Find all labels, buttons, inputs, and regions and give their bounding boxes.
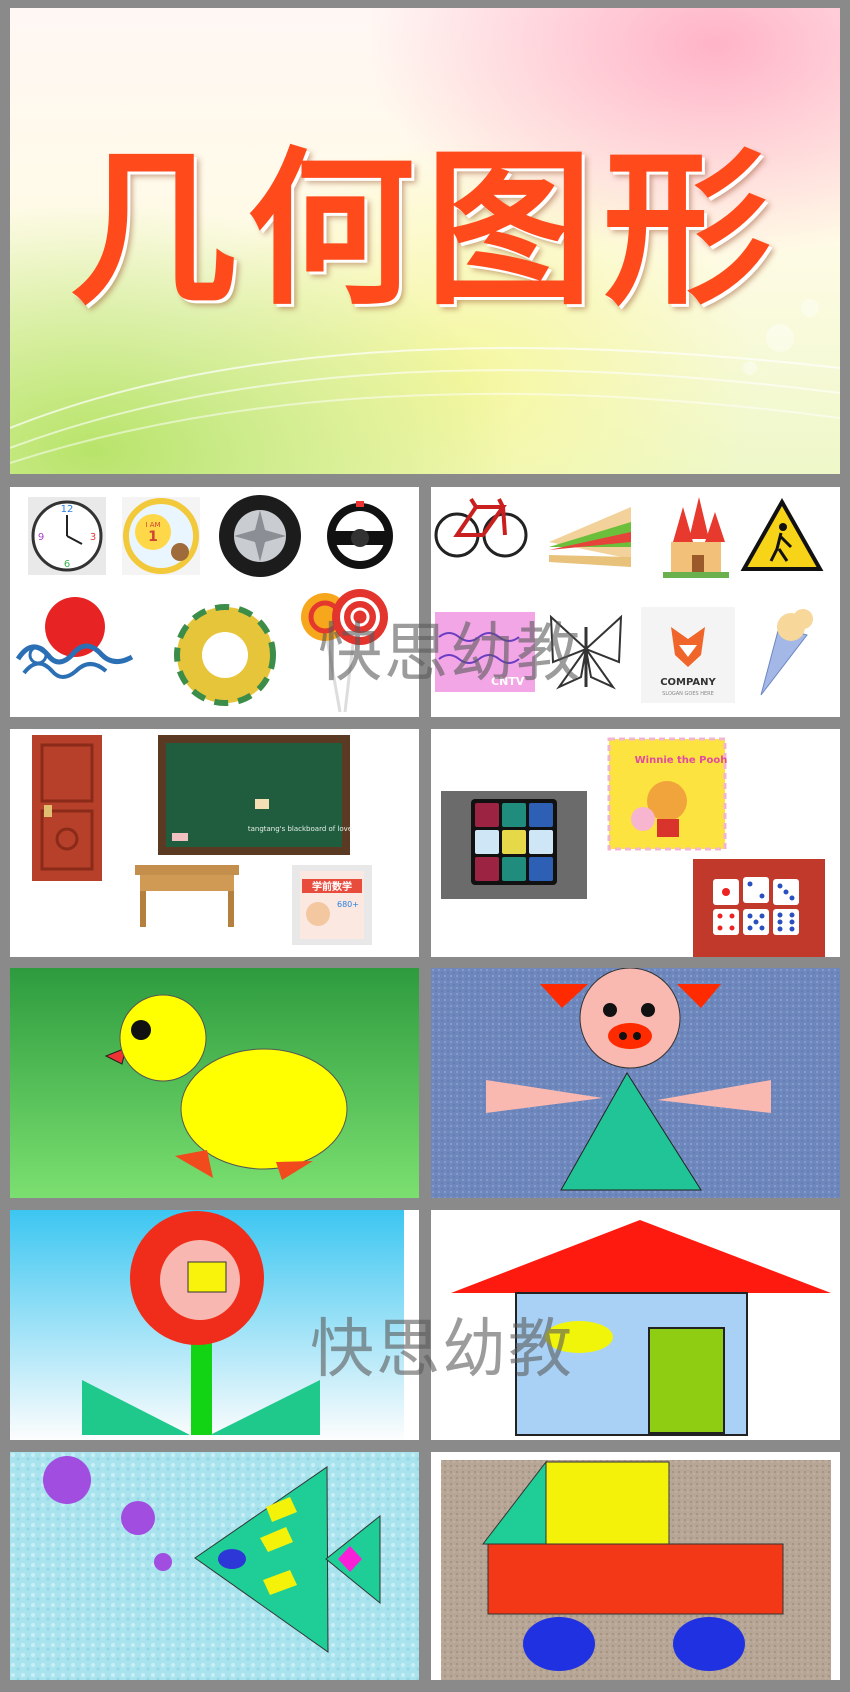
house-shapes-slide	[431, 1210, 840, 1440]
school-desk	[135, 865, 239, 927]
towel-text: Winnie the Pooh	[635, 755, 728, 766]
toy-castle	[663, 497, 729, 578]
bicycle	[434, 497, 528, 558]
plate-number: 1	[148, 529, 158, 545]
wooden-door	[32, 735, 102, 881]
lollipops	[301, 589, 388, 713]
round-objects-slide: 12 3 6 9 I AM 1	[10, 487, 419, 717]
flower-shapes-slide	[10, 1210, 419, 1440]
butterfly-outline	[549, 614, 623, 690]
plate-text: I AM	[145, 521, 160, 529]
wall-clock: 12 3 6 9	[28, 497, 106, 575]
chalkboard: tangtang's blackboard of love	[158, 735, 352, 855]
rubiks-cube	[441, 791, 587, 899]
pooh-towel: Winnie the Pooh	[607, 737, 728, 851]
sun-and-waves	[15, 597, 134, 679]
clock-number-12: 12	[61, 504, 74, 515]
sandwich	[543, 497, 641, 577]
workbook-subtitle: 680+	[337, 900, 359, 909]
chalkboard-caption: tangtang's blackboard of love	[248, 825, 352, 833]
company-logo-card: COMPANY SLOGAN GOES HERE	[641, 607, 735, 703]
math-workbook: 学前数学 680+	[292, 865, 372, 945]
clock-number-9: 9	[38, 532, 44, 543]
chick-shapes-slide	[10, 968, 419, 1198]
dice	[693, 859, 825, 957]
pedestrian-sign	[740, 497, 824, 571]
clock-number-3: 3	[90, 532, 96, 543]
pig-shapes-slide	[431, 968, 840, 1198]
kids-plate: I AM 1	[122, 497, 200, 575]
swim-ring	[174, 604, 276, 706]
square-objects-slide: Winnie the Pooh	[431, 729, 840, 957]
workbook-title: 学前数学	[312, 880, 352, 893]
clock-number-6: 6	[64, 559, 70, 570]
steering-wheel	[327, 501, 393, 569]
title-slide: 几何图形	[10, 8, 840, 474]
tv-logo-card: CNTV	[435, 612, 535, 692]
company-logo-text: COMPANY	[660, 677, 716, 688]
ice-cream-cone	[760, 609, 813, 696]
car-tire	[219, 495, 301, 577]
rectangle-objects-slide: tangtang's blackboard of love 学前数学 680+	[10, 729, 419, 957]
truck-shapes-slide	[431, 1452, 840, 1680]
fish-shapes-slide	[10, 1452, 419, 1680]
page-title: 几何图形	[69, 132, 781, 328]
tv-logo-text: CNTV	[491, 675, 525, 688]
triangle-objects-slide: CNTV COMPANY SLOGAN GOES HERE	[431, 487, 840, 717]
company-tagline: SLOGAN GOES HERE	[662, 691, 714, 697]
